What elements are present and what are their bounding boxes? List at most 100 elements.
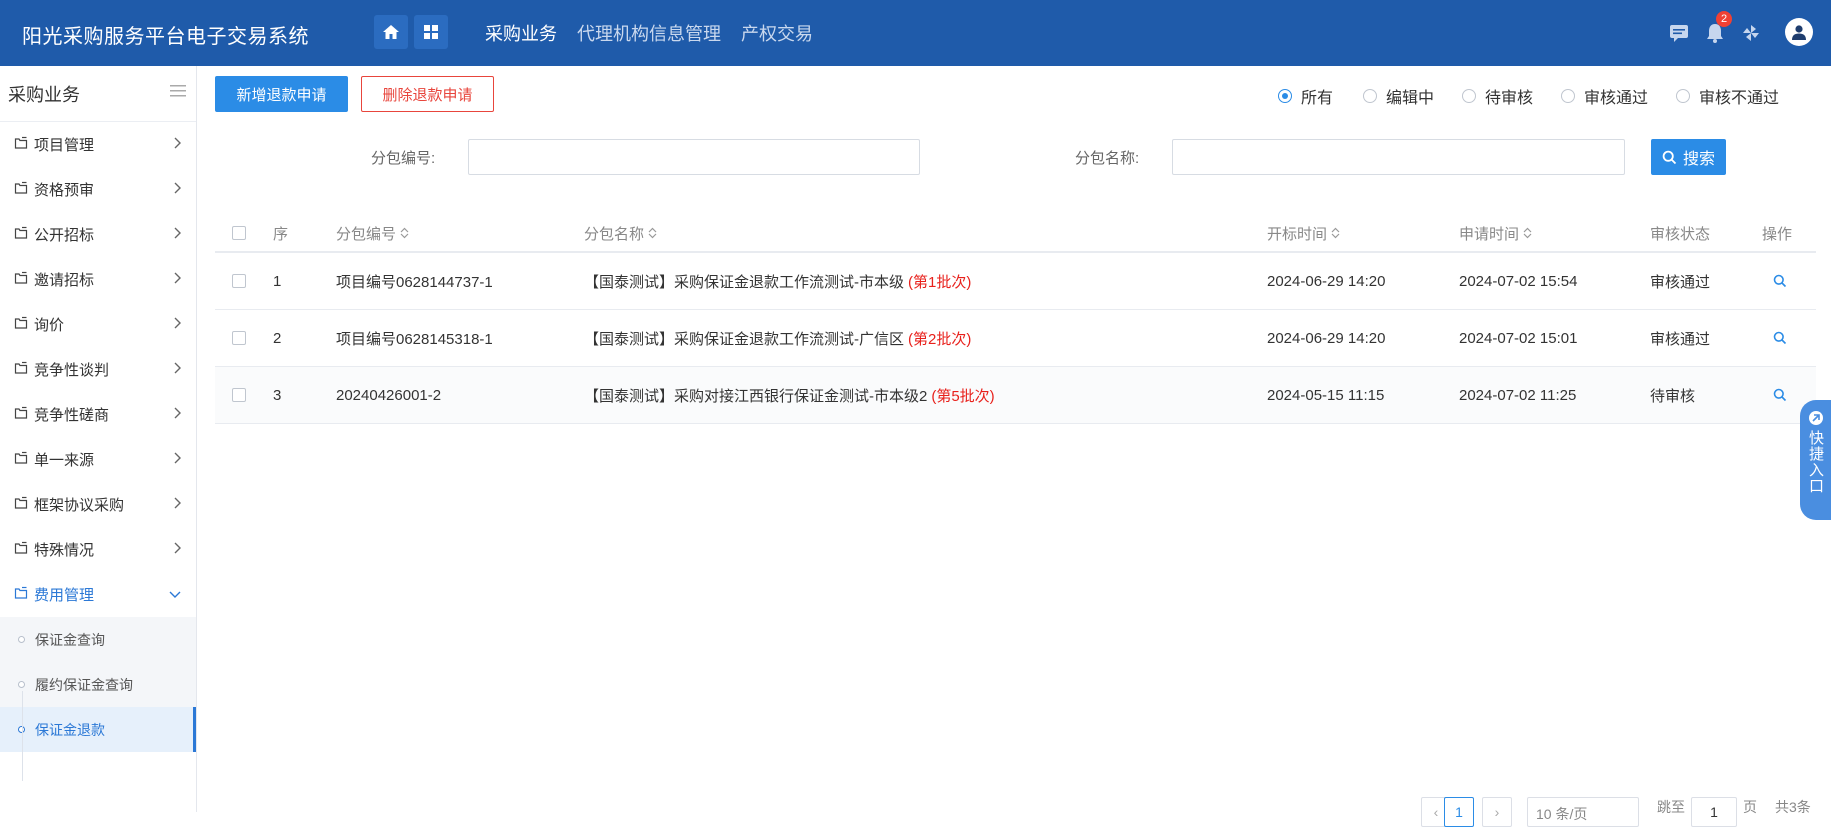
cell-package-no: 20240426001-2 xyxy=(336,386,442,404)
cell-open-time: 2024-06-29 14:20 xyxy=(1267,329,1386,347)
settings-button[interactable] xyxy=(1738,20,1764,46)
sidebar-collapse-button[interactable] xyxy=(170,84,186,103)
folder-icon-wrap xyxy=(14,496,28,514)
sidebar-item-competitive-negotiation[interactable]: 竞争性谈判 xyxy=(0,347,196,392)
search-button[interactable]: 搜索 xyxy=(1651,139,1726,175)
home-button[interactable] xyxy=(374,15,408,49)
package-name-text: 【国泰测试】采购保证金退款工作流测试-广信区 xyxy=(584,330,904,348)
jump-suffix: 页 xyxy=(1743,799,1757,815)
apps-grid-icon xyxy=(424,25,438,39)
table-row[interactable]: 1 项目编号0628144737-1 【国泰测试】采购保证金退款工作流测试-市本级(… xyxy=(215,253,1816,310)
cell-package-name: 【国泰测试】采购保证金退款工作流测试-广信区 (第2批次) xyxy=(584,310,971,366)
sidebar-subitem-deposit-refund[interactable]: 保证金退款 xyxy=(0,707,196,752)
search-icon xyxy=(1662,150,1677,164)
row-checkbox[interactable] xyxy=(232,367,246,423)
message-icon xyxy=(1670,25,1688,42)
pinwheel-icon xyxy=(1743,25,1759,41)
folder-icon-wrap xyxy=(14,226,28,244)
package-no-input[interactable] xyxy=(468,139,920,175)
view-detail-button[interactable] xyxy=(1773,253,1787,309)
sidebar-item-special-cases[interactable]: 特殊情况 xyxy=(0,527,196,572)
jump-page-input[interactable]: 1 xyxy=(1691,797,1737,827)
sidebar-subitem-label: 保证金查询 xyxy=(35,631,105,648)
view-detail-button[interactable] xyxy=(1773,310,1787,366)
delete-refund-request-button[interactable]: 删除退款申请 xyxy=(361,76,494,112)
folder-icon xyxy=(14,136,28,149)
sidebar-item-single-source[interactable]: 单一来源 xyxy=(0,437,196,482)
batch-tag: (第2批次) xyxy=(908,330,972,348)
apps-button[interactable] xyxy=(414,15,448,49)
filter-radio-editing[interactable]: 编辑中 xyxy=(1363,84,1434,108)
sidebar-item-competitive-consultation[interactable]: 竞争性磋商 xyxy=(0,392,196,437)
view-detail-button[interactable] xyxy=(1773,367,1787,423)
search-icon xyxy=(1773,274,1787,288)
page-size-select[interactable]: 10 条/页 xyxy=(1527,797,1639,827)
home-icon xyxy=(383,25,399,39)
col-package-name[interactable]: 分包名称 xyxy=(584,213,657,253)
cell-seq: 3 xyxy=(273,386,282,404)
cell-apply-time: 2024-07-02 15:54 xyxy=(1459,272,1578,290)
row-checkbox[interactable] xyxy=(232,310,246,366)
table-row[interactable]: 2 项目编号0628145318-1 【国泰测试】采购保证金退款工作流测试-广信区(… xyxy=(215,310,1816,367)
radio-button xyxy=(1278,89,1292,103)
package-name-label: 分包名称: xyxy=(1075,150,1140,167)
sidebar-item-inquiry[interactable]: 询价 xyxy=(0,302,196,347)
table-row[interactable]: 3 20240426001-2 【国泰测试】采购对接江西银行保证金测试-市本级2 (第… xyxy=(215,367,1816,424)
sort-icon xyxy=(1523,227,1532,239)
filter-radio-rejected[interactable]: 审核不通过 xyxy=(1676,84,1779,108)
col-seq: 序 xyxy=(273,225,289,243)
sidebar-item-framework-agreement[interactable]: 框架协议采购 xyxy=(0,482,196,527)
chevron-right-icon-wrap xyxy=(172,541,182,559)
sidebar-item-label: 邀请招标 xyxy=(34,272,95,289)
sidebar-subitem-performance-deposit-query[interactable]: 履约保证金查询 xyxy=(0,662,196,707)
sidebar-item-label: 竞争性磋商 xyxy=(34,407,110,424)
sidebar-item-label: 询价 xyxy=(34,317,65,334)
nav-procurement[interactable]: 采购业务 xyxy=(485,20,557,46)
sidebar-item-label: 项目管理 xyxy=(34,137,95,154)
nav-property-trade[interactable]: 产权交易 xyxy=(741,20,813,46)
page-button-1[interactable]: 1 xyxy=(1444,797,1474,827)
sidebar-item-open-tender[interactable]: 公开招标 xyxy=(0,212,196,257)
hamburger-icon xyxy=(170,85,186,97)
chevron-right-icon xyxy=(174,407,181,419)
sidebar-subitem-deposit-query[interactable]: 保证金查询 xyxy=(0,617,196,662)
chevron-down-icon-wrap xyxy=(168,586,182,603)
chevron-down-icon xyxy=(169,591,181,598)
col-package-no[interactable]: 分包编号 xyxy=(336,213,409,253)
user-avatar[interactable] xyxy=(1785,18,1813,46)
cell-status: 待审核 xyxy=(1650,387,1696,405)
folder-icon-wrap xyxy=(14,271,28,289)
submenu-guide-line xyxy=(22,691,23,781)
table-header: 序 分包编号 分包名称 开标时间 申请时间 审核状态 操作 xyxy=(215,213,1816,253)
select-all-checkbox[interactable] xyxy=(232,213,246,253)
sidebar-item-fee-management[interactable]: 费用管理 xyxy=(0,572,196,617)
filter-radio-all[interactable]: 所有 xyxy=(1278,84,1333,108)
filter-radio-pending[interactable]: 待审核 xyxy=(1462,84,1533,108)
sidebar-item-invited-tender[interactable]: 邀请招标 xyxy=(0,257,196,302)
col-apply-time[interactable]: 申请时间 xyxy=(1459,213,1532,253)
quick-entry-tab[interactable]: 快捷入口 xyxy=(1800,400,1831,520)
refund-table: 序 分包编号 分包名称 开标时间 申请时间 审核状态 操作 1 项目编号06281… xyxy=(215,213,1816,424)
package-name-input[interactable] xyxy=(1172,139,1625,175)
chevron-right-icon xyxy=(174,137,181,149)
search-button-label: 搜索 xyxy=(1682,151,1715,168)
folder-icon xyxy=(14,451,28,464)
cell-open-time: 2024-05-15 11:15 xyxy=(1267,386,1385,404)
folder-icon xyxy=(14,361,28,374)
nav-agency-info[interactable]: 代理机构信息管理 xyxy=(577,20,721,46)
sidebar-item-label: 特殊情况 xyxy=(34,542,95,559)
row-checkbox[interactable] xyxy=(232,253,246,309)
message-button[interactable] xyxy=(1666,20,1692,46)
folder-icon-wrap xyxy=(14,361,28,379)
col-open-time[interactable]: 开标时间 xyxy=(1267,213,1340,253)
sidebar-item-prequalification[interactable]: 资格预审 xyxy=(0,167,196,212)
next-page-button[interactable]: › xyxy=(1482,797,1512,827)
chevron-right-icon-wrap xyxy=(172,316,182,334)
user-avatar-icon xyxy=(1792,25,1806,40)
batch-tag: (第5批次) xyxy=(931,387,995,405)
col-status: 审核状态 xyxy=(1650,225,1711,243)
sidebar-item-project-management[interactable]: 项目管理 xyxy=(0,122,196,167)
radio-label: 审核通过 xyxy=(1584,90,1649,107)
add-refund-request-button[interactable]: 新增退款申请 xyxy=(215,76,348,112)
filter-radio-approved[interactable]: 审核通过 xyxy=(1561,84,1648,108)
